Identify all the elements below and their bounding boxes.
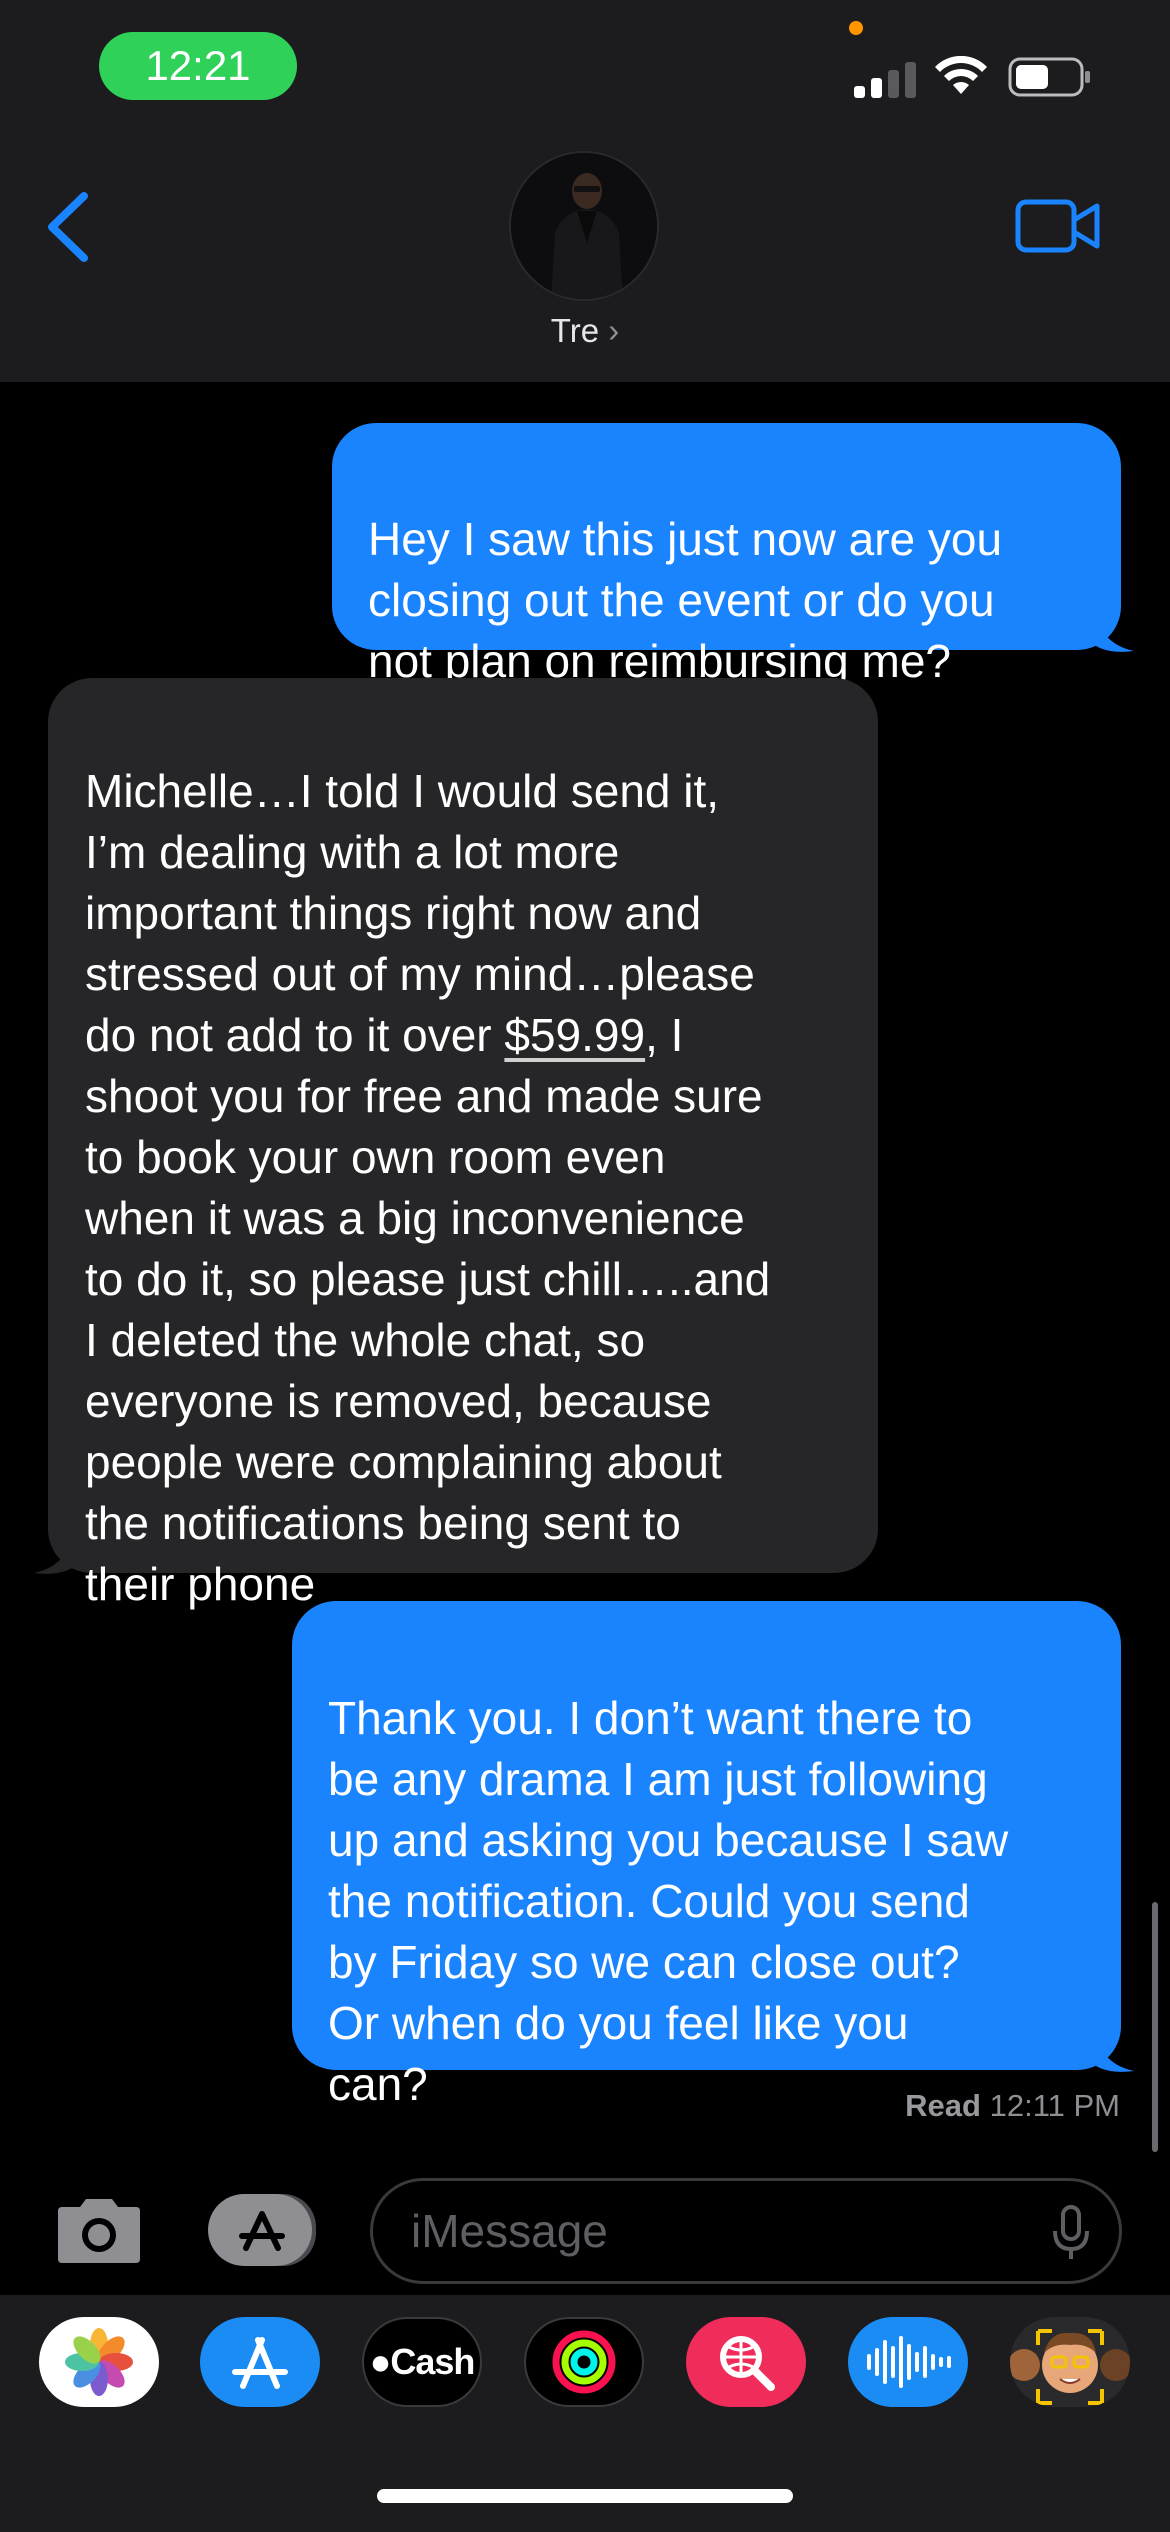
contact-avatar[interactable] [509,151,659,301]
cellular-signal-icon [854,58,916,98]
apple-logo-icon: ● [369,2341,392,2382]
battery-icon [1008,57,1090,97]
image-search-glyph [720,2336,775,2391]
memoji-icon[interactable] [1010,2317,1130,2407]
microphone-icon[interactable] [1051,2205,1091,2261]
apple-cash-icon[interactable]: ●Cash [362,2317,482,2407]
bubble-tail [1096,2034,1134,2072]
home-indicator[interactable] [377,2489,793,2503]
message-text-part-2: , I shoot you for free and made sure to … [85,1009,771,1610]
cash-label: ●Cash [369,2341,476,2383]
outgoing-message-bubble[interactable]: Thank you. I don’t want there to be any … [292,1601,1121,2110]
conversation-header: 12:21 Tre › [0,0,1170,382]
camera-icon[interactable] [52,2195,146,2267]
memoji-faces [1010,2329,1130,2405]
activity-rings-icon[interactable] [524,2317,644,2407]
amount-link[interactable]: $59.99 [504,1009,645,1061]
activity-rings [552,2330,616,2394]
bubble-tail [1096,614,1134,652]
contact-name: Tre [550,312,600,349]
message-text: Hey I saw this just now are you closing … [368,513,1003,687]
image-search-icon[interactable] [686,2317,806,2407]
avatar-photo [511,153,657,299]
messages-screen: 12:21 Tre › Hey I saw this just now are … [0,0,1170,2532]
bubble-tail [34,1536,72,1574]
status-time[interactable]: 12:21 [99,32,297,100]
privacy-indicator-dot [849,21,863,35]
outgoing-message-bubble[interactable]: Hey I saw this just now are you closing … [332,423,1121,687]
wifi-icon [935,56,987,94]
apps-button[interactable] [206,2192,320,2268]
back-chevron-icon[interactable] [40,190,94,264]
app-store-icon [208,2194,316,2266]
app-store-glyph [232,2337,288,2389]
read-receipt: Read 12:11 PM [905,2088,1120,2124]
cash-text: Cash [390,2341,475,2382]
read-time: 12:11 PM [989,2088,1120,2123]
photos-flower [65,2328,133,2396]
message-text: Thank you. I don’t want there to be any … [328,1692,1009,2110]
app-store-icon[interactable] [200,2317,320,2407]
contact-name-button[interactable]: Tre › [0,312,1170,350]
contact-chevron-icon: › [608,312,620,349]
read-label: Read [905,2088,981,2123]
video-camera-icon[interactable] [1015,196,1101,256]
scroll-indicator[interactable] [1152,1902,1158,2152]
message-input[interactable]: iMessage [370,2178,1122,2284]
audio-message-icon[interactable] [848,2317,968,2407]
photos-icon[interactable] [39,2317,159,2407]
audio-waveform [867,2336,951,2388]
incoming-message-bubble[interactable]: Michelle…I told I would send it, I’m dea… [48,678,878,1610]
message-input-placeholder: iMessage [411,2205,608,2257]
